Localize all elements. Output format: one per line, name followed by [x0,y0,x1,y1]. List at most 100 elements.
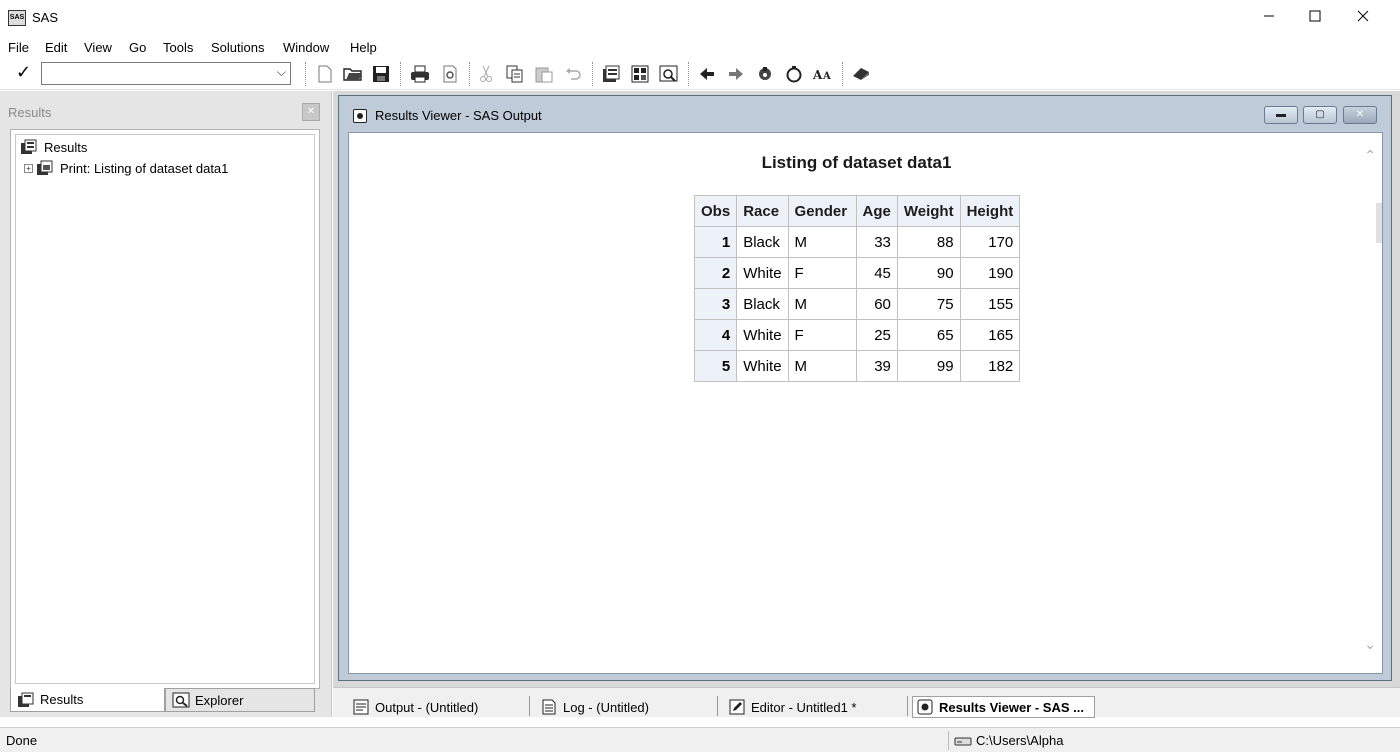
gender-cell: M [787,350,857,382]
scrollbar-thumb[interactable] [1376,203,1382,243]
window-tab-label: Log - (Untitled) [563,699,649,715]
child-close-button[interactable]: ✕ [1343,106,1377,124]
minimize-icon [1264,15,1274,17]
column-header: Weight [896,195,961,227]
tab-results[interactable]: Results [10,688,165,712]
height-cell: 182 [959,350,1021,382]
save-icon[interactable] [371,64,391,84]
column-header: Age [855,195,898,227]
expand-icon[interactable]: + [24,163,33,173]
obs-cell: 1 [693,226,738,258]
back-icon[interactable] [697,64,717,84]
window-tab-log[interactable]: Log - (Untitled) [537,696,649,718]
copy-icon[interactable] [505,64,525,84]
mdi-workspace: Results Viewer - SAS Output ▬ ▢ ✕ Listin… [333,91,1400,687]
maximize-icon: ▢ [1315,109,1325,120]
child-maximize-button[interactable]: ▢ [1303,106,1337,124]
tab-separator [907,696,908,716]
print-preview-icon[interactable] [440,64,460,84]
sas-explorer-icon[interactable] [630,64,650,84]
close-icon: ✕ [1355,109,1365,120]
menu-window[interactable]: Window [283,40,329,55]
tree-node-results[interactable]: Results [20,139,87,155]
menu-file[interactable]: File [8,40,29,55]
results-viewer-content: Listing of dataset data1 Obs Race Gender… [348,132,1383,674]
paste-icon[interactable] [534,64,554,84]
child-minimize-button[interactable]: ▬ [1264,106,1298,124]
tab-explorer[interactable]: Explorer [165,688,315,712]
current-path: C:\Users\Alpha [976,733,1064,748]
font-icon[interactable]: AA [813,64,833,84]
clear-icon[interactable] [784,64,804,84]
close-button[interactable] [1340,0,1386,36]
scroll-down-icon[interactable]: ⌄ [1364,636,1376,653]
chevron-down-icon[interactable]: ⌵ [277,65,286,80]
new-icon[interactable] [315,64,335,84]
results-icon [21,139,37,154]
window-tab-output[interactable]: Output - (Untitled) [349,696,478,718]
height-cell: 170 [959,226,1021,258]
column-header: Race [736,195,789,227]
height-cell: 165 [959,319,1021,351]
print-output-icon [37,160,53,175]
query-icon[interactable] [659,64,679,84]
new-library-icon[interactable] [601,64,621,84]
weight-cell: 90 [896,257,961,289]
svg-text:A: A [813,68,823,81]
maximize-button[interactable] [1292,0,1338,36]
window-tab-results-viewer[interactable]: Results Viewer - SAS ... [912,696,1095,718]
command-box[interactable]: ⌵ [41,62,291,85]
menu-go[interactable]: Go [129,40,146,55]
table-row: 5 White M 39 99 182 [693,350,1021,382]
race-cell: White [736,350,789,382]
open-icon[interactable] [343,64,363,84]
status-text: Done [6,733,38,748]
status-path[interactable]: C:\Users\Alpha [954,733,1063,748]
toolbar-separator [400,62,401,86]
drive-icon [954,737,972,745]
minimize-button[interactable] [1246,0,1292,36]
scroll-up-icon[interactable]: ⌃ [1364,147,1376,164]
undo-icon[interactable] [563,64,583,84]
column-header: Height [959,195,1021,227]
table-row: 3 Black M 60 75 155 [693,288,1021,320]
status-separator [948,731,949,750]
age-cell: 25 [855,319,898,351]
table-row: 1 Black M 33 88 170 [693,226,1021,258]
listing-table: Obs Race Gender Age Weight Height 1 Blac… [693,195,1021,382]
results-viewer-titlebar: Results Viewer - SAS Output ▬ ▢ ✕ [339,96,1391,130]
race-cell: White [736,319,789,351]
obs-cell: 5 [693,350,738,382]
menu-tools[interactable]: Tools [163,40,193,55]
menu-help[interactable]: Help [350,40,377,55]
obs-cell: 2 [693,257,738,289]
menu-solutions[interactable]: Solutions [211,40,264,55]
maximize-icon [1309,10,1321,22]
forward-icon[interactable] [726,64,746,84]
age-cell: 60 [855,288,898,320]
tree-node-print[interactable]: + Print: Listing of dataset data1 [24,160,228,176]
check-icon[interactable]: ✓ [16,62,31,83]
tree-node-label: Print: Listing of dataset data1 [60,160,229,176]
age-cell: 39 [855,350,898,382]
help-icon[interactable] [755,64,775,84]
cut-icon[interactable] [476,64,496,84]
toolbar-separator [469,62,470,86]
window-tab-label: Results Viewer - SAS ... [939,699,1084,715]
gender-cell: M [787,288,857,320]
race-cell: White [736,257,789,289]
sas-app-icon: SAS [8,10,26,26]
results-panel: Results ✕ Results + Print: Listing of da… [0,91,332,717]
weight-cell: 65 [896,319,961,351]
panel-close-button[interactable]: ✕ [302,103,320,121]
menu-view[interactable]: View [84,40,112,55]
age-cell: 45 [855,257,898,289]
print-icon[interactable] [410,64,430,84]
results-viewer-icon [917,699,933,715]
toolbar-separator [688,62,689,86]
window-tab-editor[interactable]: Editor - Untitled1 * [725,696,857,718]
menu-edit[interactable]: Edit [45,40,67,55]
height-cell: 155 [959,288,1021,320]
book-icon[interactable] [851,64,871,84]
close-icon: ✕ [306,106,316,117]
